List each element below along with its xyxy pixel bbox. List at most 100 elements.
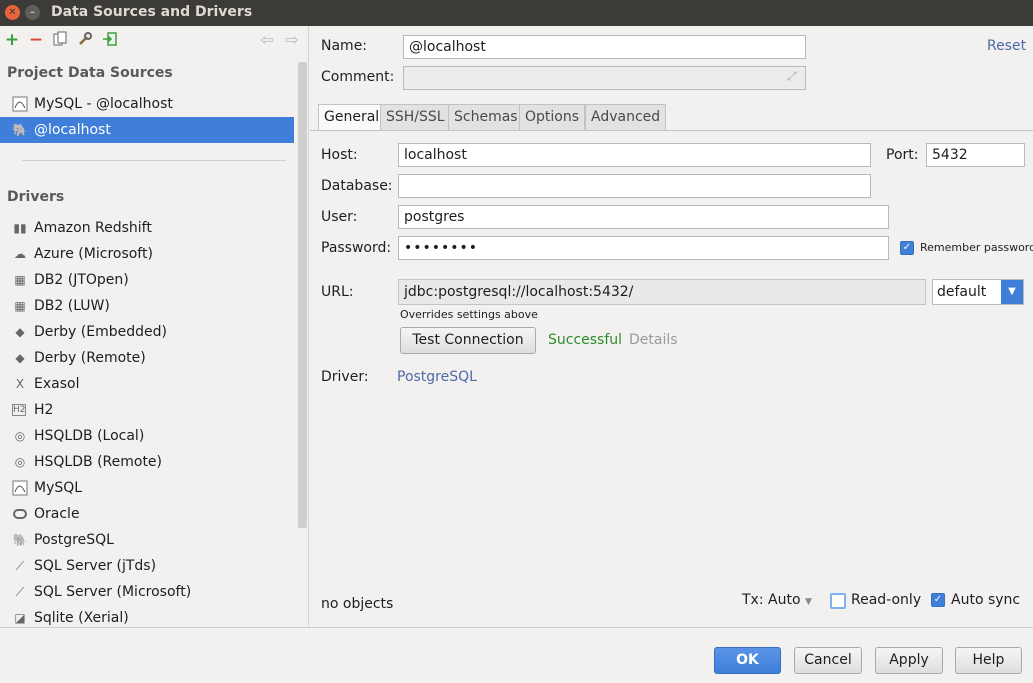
ok-button[interactable]: OK — [714, 647, 781, 674]
azure-icon: ☁ — [14, 247, 26, 261]
url-input[interactable]: jdbc:postgresql://localhost:5432/ — [398, 279, 926, 305]
driver-item[interactable]: MySQL — [0, 475, 294, 501]
expand-icon[interactable]: ⤢ — [787, 69, 797, 84]
driver-label: DB2 (JTOpen) — [34, 272, 129, 288]
database-input[interactable] — [398, 174, 871, 198]
drivers-heading: Drivers — [7, 189, 65, 205]
wrench-icon[interactable] — [76, 31, 94, 49]
sqlserver-icon: ⟋ — [15, 585, 25, 599]
data-source-label: @localhost — [34, 122, 111, 138]
driver-item[interactable]: ▦ DB2 (LUW) — [0, 293, 294, 319]
tx-mode-label: Tx: Auto — [742, 592, 801, 608]
port-label: Port: — [886, 147, 919, 163]
data-source-item[interactable]: MySQL - @localhost — [0, 91, 294, 117]
driver-label: Derby (Remote) — [34, 350, 146, 366]
remove-icon[interactable]: − — [27, 31, 45, 49]
divider — [22, 160, 286, 161]
driver-item[interactable]: ◎ HSQLDB (Remote) — [0, 449, 294, 475]
hsqldb-icon: ◎ — [14, 455, 26, 469]
derby-icon: ◆ — [15, 351, 25, 365]
name-input[interactable]: @localhost — [403, 35, 806, 59]
driver-label: Driver: — [321, 369, 369, 385]
driver-item[interactable]: ☁ Azure (Microsoft) — [0, 241, 294, 267]
tab-advanced[interactable]: Advanced — [585, 104, 667, 130]
objects-status: no objects — [321, 596, 394, 612]
back-arrow-icon[interactable]: ⇦ — [258, 31, 276, 49]
apply-button[interactable]: Apply — [875, 647, 943, 674]
driver-item[interactable]: ⟋ SQL Server (jTds) — [0, 553, 294, 579]
driver-label: SQL Server (jTds) — [34, 558, 157, 574]
exasol-icon: X — [15, 377, 25, 391]
url-mode-select[interactable]: default ▼ — [932, 279, 1024, 305]
driver-label: DB2 (LUW) — [34, 298, 110, 314]
driver-item[interactable]: Oracle — [0, 501, 294, 527]
tx-mode-select[interactable]: Tx: Auto ▼ — [742, 592, 812, 608]
data-source-item[interactable]: 🐘 @localhost — [0, 117, 294, 143]
title-bar: ✕ – Data Sources and Drivers — [0, 0, 1033, 26]
oracle-icon — [12, 506, 28, 522]
minimize-window-button[interactable]: – — [25, 5, 40, 20]
sqlserver-icon: ⟋ — [15, 559, 25, 573]
driver-item[interactable]: ▦ DB2 (JTOpen) — [0, 267, 294, 293]
close-window-button[interactable]: ✕ — [5, 5, 20, 20]
driver-label: H2 — [34, 402, 54, 418]
import-icon[interactable] — [101, 31, 119, 49]
driver-label: Derby (Embedded) — [34, 324, 167, 340]
url-label: URL: — [321, 284, 354, 300]
url-mode-value: default — [937, 284, 987, 300]
data-source-settings-panel: Name: @localhost Reset Comment: ⤢ Genera… — [310, 26, 1033, 627]
tab-ssh-ssl[interactable]: SSH/SSL — [380, 104, 451, 130]
driver-item[interactable]: ◪ Sqlite (Xerial) — [0, 605, 294, 627]
mysql-icon — [12, 96, 28, 112]
driver-label: Sqlite (Xerial) — [34, 610, 129, 626]
sources-scrollbar[interactable] — [298, 62, 307, 528]
forward-arrow-icon[interactable]: ⇨ — [283, 31, 301, 49]
driver-item[interactable]: ◎ HSQLDB (Local) — [0, 423, 294, 449]
general-tab-content: Host: localhost Port: 5432 Database: Use… — [310, 131, 1033, 627]
add-icon[interactable]: + — [3, 31, 21, 49]
sources-toolbar: + − ⇦ ⇨ — [0, 26, 308, 54]
driver-item[interactable]: X Exasol — [0, 371, 294, 397]
driver-item[interactable]: ▮▮ Amazon Redshift — [0, 215, 294, 241]
window-title: Data Sources and Drivers — [51, 4, 253, 20]
driver-item[interactable]: 🐘 PostgreSQL — [0, 527, 294, 553]
driver-item[interactable]: ⟋ SQL Server (Microsoft) — [0, 579, 294, 605]
auto-sync-label: Auto sync — [951, 592, 1021, 608]
duplicate-icon[interactable] — [51, 31, 69, 49]
driver-item[interactable]: ◆ Derby (Embedded) — [0, 319, 294, 345]
reset-link[interactable]: Reset — [987, 38, 1026, 54]
comment-label: Comment: — [321, 69, 395, 85]
postgresql-icon: 🐘 — [12, 533, 28, 547]
host-input[interactable]: localhost — [398, 143, 871, 167]
port-input[interactable]: 5432 — [926, 143, 1025, 167]
driver-label: PostgreSQL — [34, 532, 114, 548]
driver-item[interactable]: H2 H2 — [0, 397, 294, 423]
db2-icon: ▦ — [14, 273, 26, 287]
test-status: Successful — [548, 332, 623, 348]
driver-label: HSQLDB (Remote) — [34, 454, 163, 470]
host-label: Host: — [321, 147, 358, 163]
mysql-icon — [12, 480, 28, 496]
comment-input[interactable] — [403, 66, 806, 90]
database-label: Database: — [321, 178, 393, 194]
help-button[interactable]: Help — [955, 647, 1022, 674]
driver-link[interactable]: PostgreSQL — [397, 369, 477, 385]
password-input[interactable]: •••••••• — [398, 236, 889, 260]
db2-icon: ▦ — [14, 299, 26, 313]
tab-general[interactable]: General — [318, 104, 386, 131]
name-label: Name: — [321, 38, 368, 54]
cancel-button[interactable]: Cancel — [794, 647, 862, 674]
user-input[interactable]: postgres — [398, 205, 889, 229]
remember-password-checkbox[interactable]: ✓ — [900, 241, 914, 255]
driver-item[interactable]: ◆ Derby (Remote) — [0, 345, 294, 371]
driver-label: HSQLDB (Local) — [34, 428, 145, 444]
driver-label: MySQL — [34, 480, 83, 496]
auto-sync-checkbox[interactable]: ✓ — [931, 593, 945, 607]
details-link[interactable]: Details — [629, 332, 678, 348]
dialog-button-bar: OK Cancel Apply Help — [0, 627, 1033, 683]
tab-schemas[interactable]: Schemas — [448, 104, 524, 130]
tab-options[interactable]: Options — [519, 104, 586, 130]
sqlite-icon: ◪ — [14, 611, 26, 625]
read-only-checkbox[interactable] — [830, 593, 846, 609]
test-connection-button[interactable]: Test Connection — [400, 327, 536, 354]
